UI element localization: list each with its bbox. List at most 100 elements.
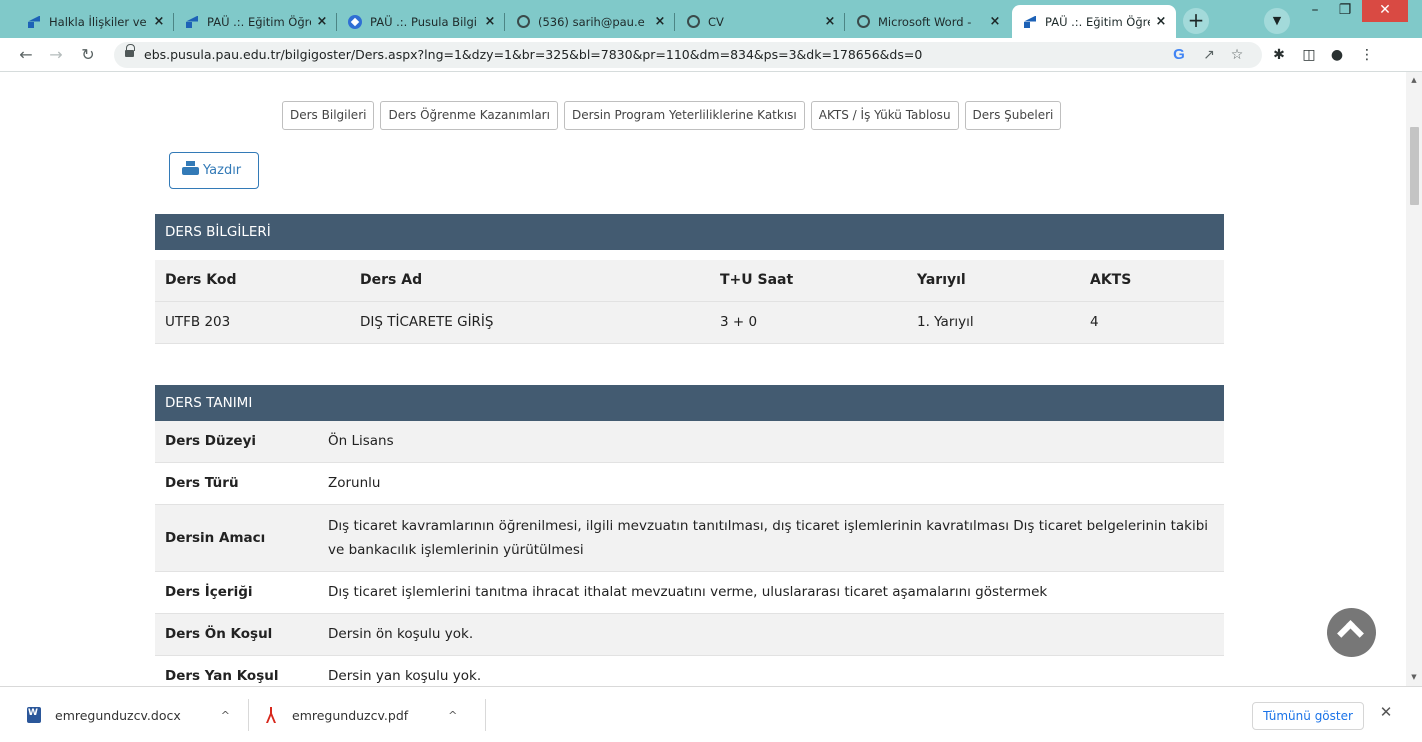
google-icon[interactable]: G [1170,46,1188,64]
show-all-downloads-button[interactable]: Tümünü göster [1252,702,1364,730]
ders-bilgileri-section: DERS BİLGİLERİ Ders Kod Ders Ad T+U Saat… [155,214,1224,344]
print-label: Yazdır [203,163,242,178]
row-value: Zorunlu [318,462,1224,505]
tab-title: Microsoft Word - [878,14,972,29]
course-nav-buttons: Ders Bilgileri Ders Öğrenme Kazanımları … [282,101,1062,130]
ders-subeleri-button[interactable]: Ders Şubeleri [964,101,1062,130]
row-key: Ders Türü [155,462,318,505]
row-key: Ders Düzeyi [155,421,318,463]
ders-tanimi-table: Ders Düzeyi Ön Lisans Ders Türü Zorunlu … [155,421,1224,686]
extensions-icon[interactable]: ✱ [1270,46,1288,64]
close-tab-icon[interactable]: × [315,14,329,29]
ders-kod-cell: UTFB 203 [155,301,350,344]
ders-bilgileri-button[interactable]: Ders Bilgileri [282,101,375,130]
chevron-up-icon [1337,620,1364,647]
compass-icon [347,14,363,30]
chevron-up-icon[interactable]: ^ [221,709,230,722]
globe-icon [855,14,871,30]
table-row: UTFB 203 DIŞ TİCARETE GİRİŞ 3 + 0 1. Yar… [155,301,1224,344]
browser-tab-active[interactable]: PAÜ .:. Eğitim Öğre × [1012,5,1176,38]
close-tab-icon[interactable]: × [1154,14,1168,29]
scroll-to-top-button[interactable] [1327,608,1376,657]
menu-icon[interactable]: ⋮ [1358,46,1376,64]
browser-tab[interactable]: Halkla İlişkiler ve T × [16,5,174,38]
browser-tab[interactable]: Microsoft Word - × [845,5,1010,38]
row-key: Ders Ön Koşul [155,613,318,656]
row-key: Dersin Amacı [155,504,318,572]
section-header: DERS BİLGİLERİ [155,214,1224,250]
row-value: Dış ticaret kavramlarının öğrenilmesi, i… [318,504,1224,572]
address-bar[interactable]: ebs.pusula.pau.edu.tr/bilgigoster/Ders.a… [114,42,1262,68]
browser-tab[interactable]: (536) sarih@pau.e × [505,5,675,38]
tab-title: CV [708,14,724,29]
row-value: Ön Lisans [318,421,1224,463]
scroll-up-arrow-icon[interactable]: ▲ [1409,75,1419,85]
pdf-file-icon [264,707,278,723]
lock-icon[interactable] [125,44,135,57]
tab-title: (536) sarih@pau.e [538,14,645,29]
section-header: DERS TANIMI [155,385,1224,421]
table-row: Ders Yan Koşul Dersin yan koşulu yok. [155,655,1224,686]
table-header-row: Ders Kod Ders Ad T+U Saat Yarıyıl AKTS [155,260,1224,302]
close-downloads-icon[interactable]: ✕ [1378,704,1394,720]
window-close-icon[interactable]: ✕ [1362,0,1408,22]
yariyil-cell: 1. Yarıyıl [907,301,1080,344]
share-icon[interactable]: ↗ [1200,46,1218,64]
restore-icon[interactable]: ❐ [1330,0,1360,22]
printer-icon [182,161,199,176]
close-tab-icon[interactable]: × [823,14,837,29]
tab-title: PAÜ .:. Eğitim Öğre [207,14,311,29]
akts-is-yuku-button[interactable]: AKTS / İş Yükü Tablosu [810,101,959,130]
close-tab-icon[interactable]: × [483,14,497,29]
browser-tab[interactable]: CV × [675,5,845,38]
profile-icon[interactable]: ● [1328,46,1346,64]
download-item[interactable]: emregunduzcv.docx ^ [27,687,230,742]
tab-search-icon[interactable]: ▼ [1264,8,1290,34]
ders-tanimi-section: DERS TANIMI Ders Düzeyi Ön Lisans Ders T… [155,385,1224,686]
row-value: Dersin ön koşulu yok. [318,613,1224,656]
word-file-icon [27,707,41,723]
back-icon[interactable]: ← [16,45,36,65]
downloads-bar: emregunduzcv.docx ^ emregunduzcv.pdf ^ T… [0,686,1422,742]
download-item[interactable]: emregunduzcv.pdf ^ [264,687,457,742]
pau-icon [184,14,200,30]
saat-cell: 3 + 0 [710,301,907,344]
tab-title: PAÜ .:. Pusula Bilgi [370,14,477,29]
row-key: Ders İçeriği [155,571,318,614]
column-header: Ders Ad [350,260,710,302]
scroll-down-arrow-icon[interactable]: ▼ [1409,672,1419,682]
reload-icon[interactable]: ↻ [78,45,98,65]
globe-icon [515,14,531,30]
minimize-icon[interactable]: – [1300,0,1330,22]
url-text[interactable]: ebs.pusula.pau.edu.tr/bilgigoster/Ders.a… [144,47,922,62]
program-yeterlilikleri-button[interactable]: Dersin Program Yeterliliklerine Katkısı [563,101,805,130]
page-viewport: Ders Bilgileri Ders Öğrenme Kazanımları … [0,72,1406,686]
forward-icon[interactable]: → [46,45,66,65]
column-header: T+U Saat [710,260,907,302]
table-row: Ders Türü Zorunlu [155,462,1224,505]
browser-tab[interactable]: PAÜ .:. Eğitim Öğre × [174,5,337,38]
chevron-up-icon[interactable]: ^ [448,709,457,722]
column-header: AKTS [1080,260,1224,302]
scrollbar-thumb[interactable] [1410,127,1419,205]
table-row: Ders Ön Koşul Dersin ön koşulu yok. [155,613,1224,656]
close-tab-icon[interactable]: × [653,14,667,29]
browser-tab[interactable]: PAÜ .:. Pusula Bilgi × [337,5,505,38]
bookmark-star-icon[interactable]: ☆ [1228,46,1246,64]
pau-icon [26,14,42,30]
ders-bilgileri-table: Ders Kod Ders Ad T+U Saat Yarıyıl AKTS U… [155,260,1224,344]
new-tab-button[interactable]: + [1183,8,1209,34]
akts-cell: 4 [1080,301,1224,344]
close-tab-icon[interactable]: × [988,14,1002,29]
browser-toolbar: ← → ↻ ebs.pusula.pau.edu.tr/bilgigoster/… [0,38,1422,72]
page-scrollbar[interactable]: ▲ ▼ [1406,72,1422,686]
row-value: Dersin yan koşulu yok. [318,655,1224,686]
close-tab-icon[interactable]: × [152,14,166,29]
row-key: Ders Yan Koşul [155,655,318,686]
tab-strip: Halkla İlişkiler ve T × PAÜ .:. Eğitim Ö… [0,0,1422,38]
print-button[interactable]: Yazdır [169,152,259,189]
ogrenme-kazanimlari-button[interactable]: Ders Öğrenme Kazanımları [380,101,558,130]
download-filename: emregunduzcv.pdf [292,707,409,723]
pau-icon [1022,14,1038,30]
side-panel-icon[interactable]: ◫ [1300,46,1318,64]
